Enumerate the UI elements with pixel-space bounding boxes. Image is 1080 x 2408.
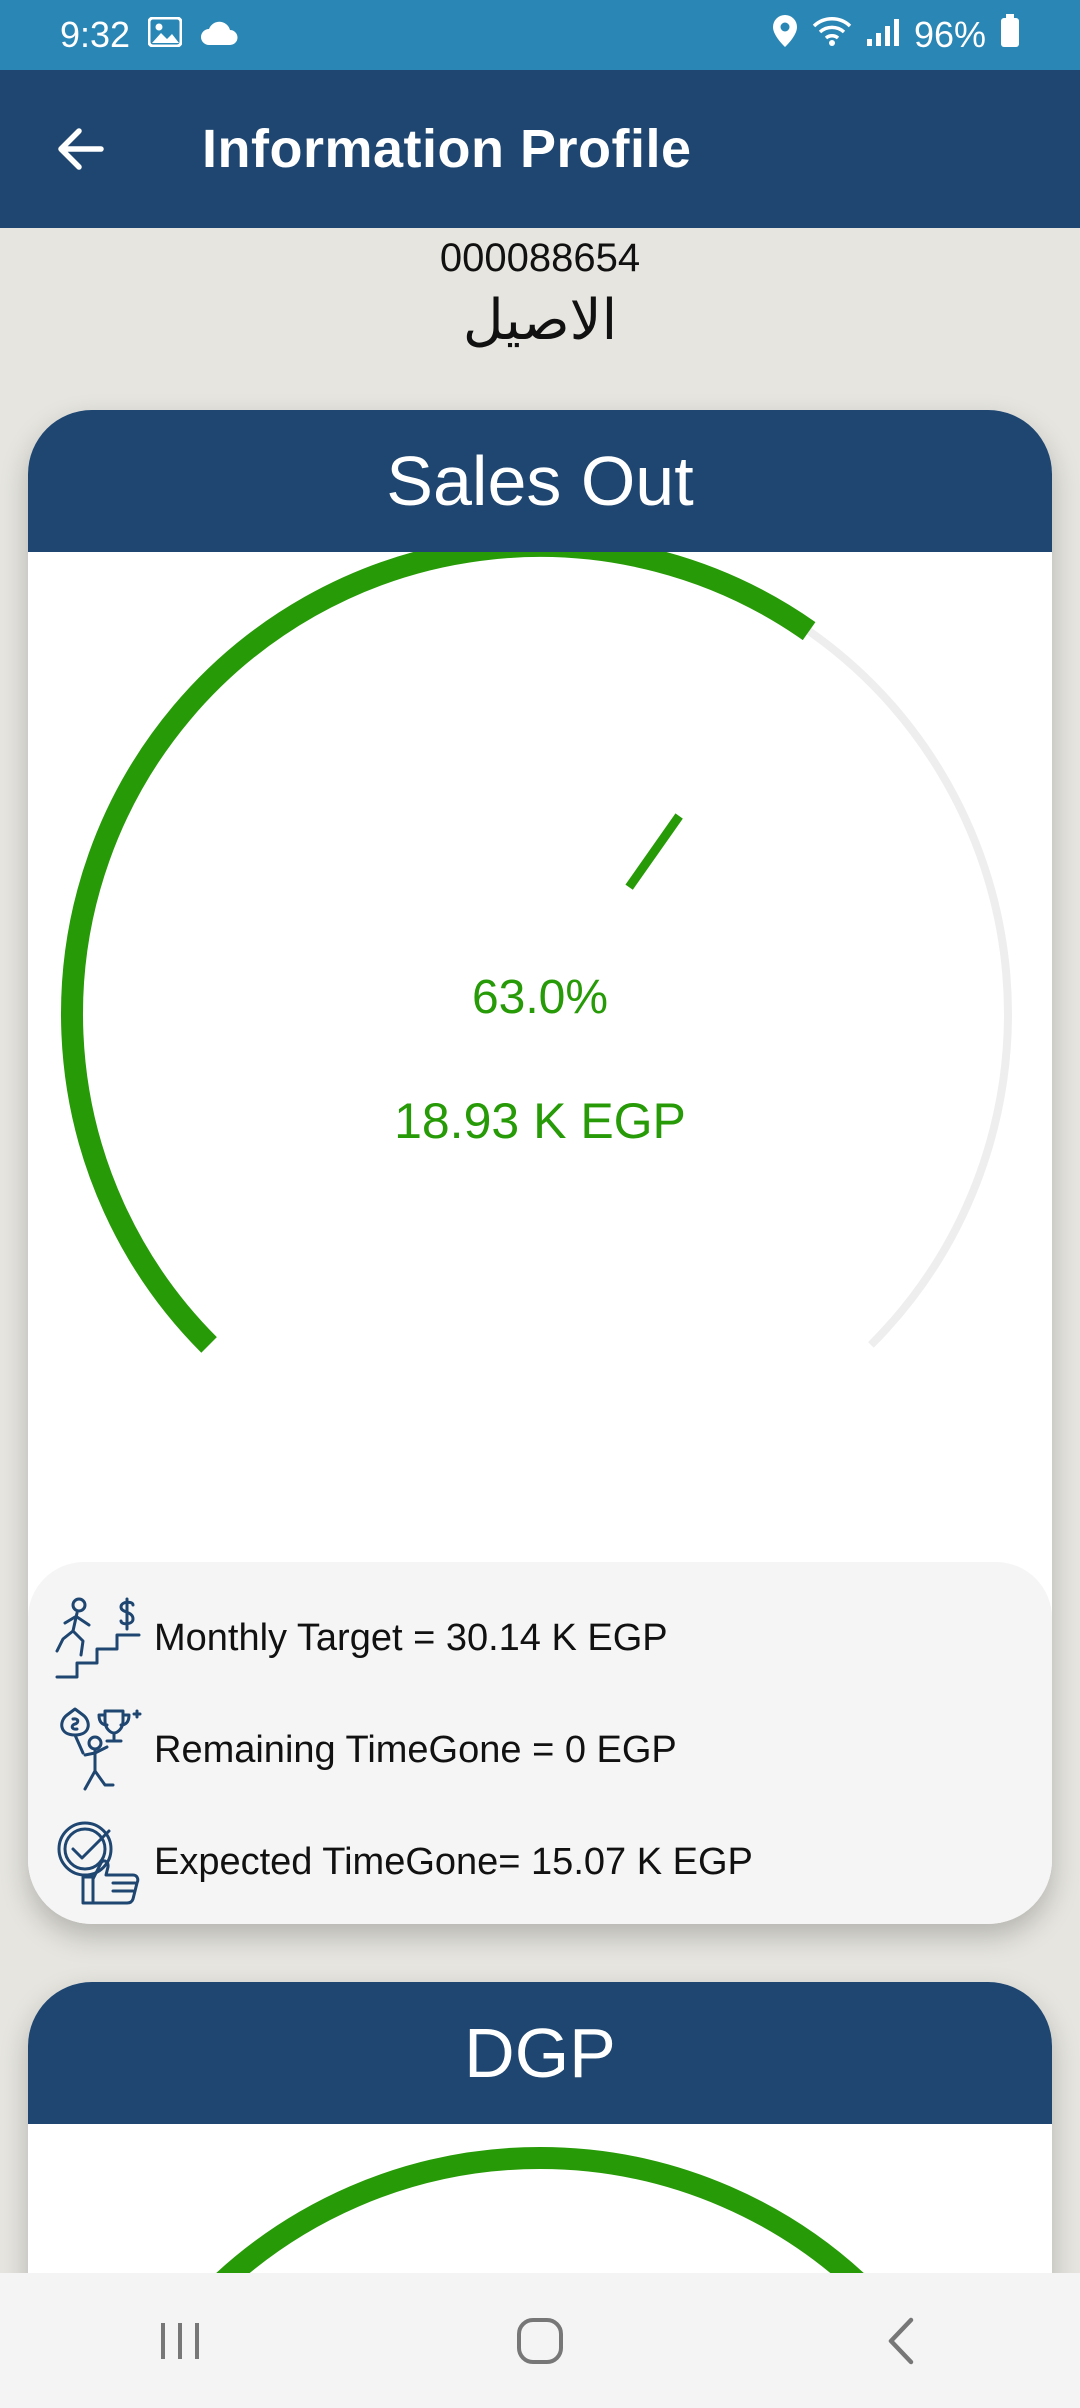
recent-apps-button[interactable] <box>120 2291 240 2391</box>
location-icon <box>772 14 798 57</box>
dgp-gauge-progress <box>216 2147 864 2273</box>
page-title: Information Profile <box>202 119 692 179</box>
app-bar: Information Profile <box>0 70 1080 228</box>
gauge-svg <box>61 552 1012 1353</box>
monthly-target-text: Monthly Target = 30.14 K EGP <box>154 1616 668 1659</box>
chevron-left-icon <box>888 2317 914 2364</box>
home-button[interactable] <box>480 2291 600 2391</box>
back-nav-button[interactable] <box>840 2291 960 2391</box>
dgp-header: DGP <box>28 1982 1052 2124</box>
main-content[interactable]: 000088654 الاصيل Sales Out 63.0% 18.93 K… <box>0 228 1080 2273</box>
sales-out-card: Sales Out 63.0% 18.93 K EGP Monthly Targ… <box>28 410 1052 1924</box>
gauge-value: 18.93 K EGP <box>394 1093 686 1149</box>
cloud-icon <box>200 14 238 56</box>
system-nav-bar <box>0 2273 1080 2408</box>
back-button[interactable] <box>0 70 160 228</box>
remaining-timegone-row: Remaining TimeGone = 0 EGP <box>46 1694 1052 1806</box>
battery-percent: 96% <box>913 14 986 55</box>
dgp-card: DGP <box>28 1982 1052 2273</box>
home-icon <box>517 2317 563 2364</box>
target-info-panel: Monthly Target = 30.14 K EGP Remaining T… <box>28 1562 1052 1924</box>
trophy-money-icon <box>46 1700 150 1800</box>
gauge-needle <box>625 813 683 890</box>
monthly-target-row: Monthly Target = 30.14 K EGP <box>46 1582 1052 1694</box>
stairs-target-icon <box>46 1588 150 1688</box>
status-bar: 9:32 96% <box>0 0 1080 70</box>
status-left: 9:32 <box>60 14 238 56</box>
recent-apps-icon <box>161 2322 199 2359</box>
expected-timegone-text: Expected TimeGone= 15.07 K EGP <box>154 1840 753 1883</box>
dgp-gauge-svg <box>216 2147 864 2273</box>
customer-id: 000088654 <box>439 236 641 280</box>
gauge-percent: 63.0% <box>471 971 609 1024</box>
status-time: 9:32 <box>60 14 131 55</box>
expected-timegone-row: Expected TimeGone= 15.07 K EGP <box>46 1806 1052 1918</box>
sales-out-gauge: 63.0% 18.93 K EGP <box>28 552 1052 1562</box>
arrow-left-icon <box>58 128 104 170</box>
gallery-icon <box>147 14 183 56</box>
battery-icon <box>1000 13 1020 57</box>
sales-out-header: Sales Out <box>28 410 1052 552</box>
status-right: 96% <box>772 13 1020 57</box>
thumbs-up-check-icon <box>46 1812 150 1912</box>
gauge-progress <box>61 552 816 1353</box>
signal-icon <box>866 14 900 56</box>
remaining-timegone-text: Remaining TimeGone = 0 EGP <box>154 1728 677 1771</box>
customer-name: الاصيل <box>462 288 618 353</box>
wifi-icon <box>812 14 852 56</box>
